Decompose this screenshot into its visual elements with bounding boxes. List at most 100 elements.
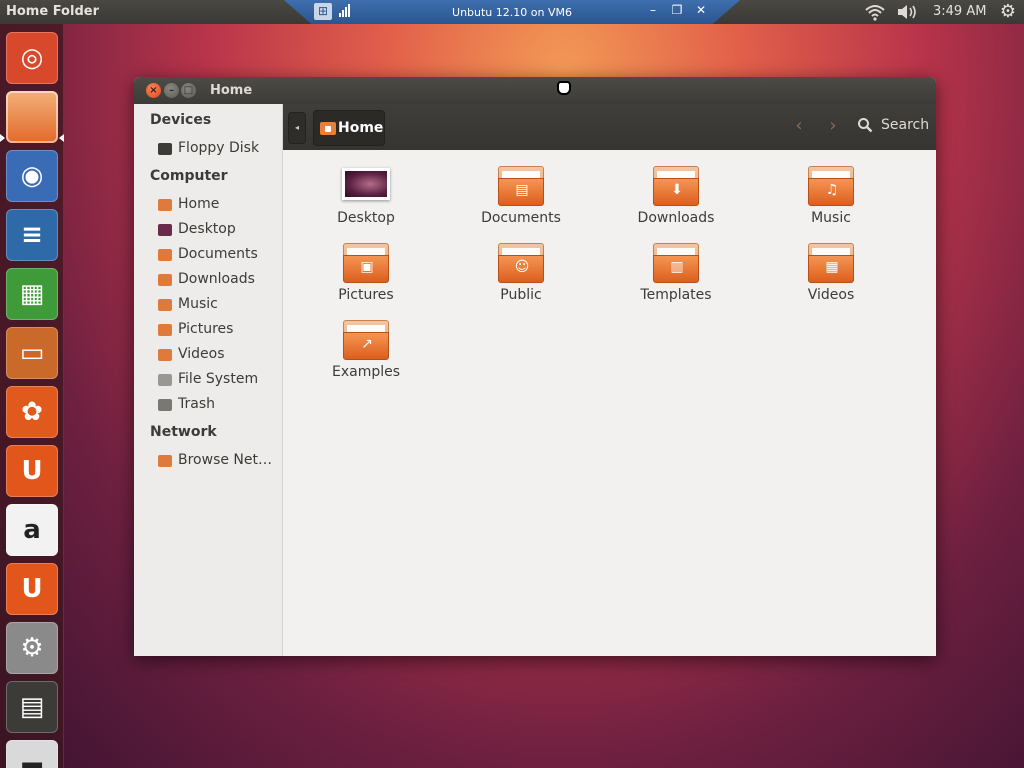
- amazon-icon[interactable]: a: [6, 504, 58, 556]
- breadcrumb-home[interactable]: Home: [313, 110, 385, 146]
- floppy-icon: [158, 143, 172, 155]
- sidebar-item-downloads[interactable]: Downloads: [158, 269, 278, 291]
- volume-icon[interactable]: [896, 3, 918, 21]
- launcher-glyph: ◉: [20, 161, 44, 191]
- launcher-glyph: ◎: [20, 43, 44, 73]
- folder-emblem: ♫: [825, 182, 839, 198]
- clock[interactable]: 3:49 AM: [933, 4, 986, 19]
- sidebar-item-label: Videos: [178, 346, 225, 362]
- places-sidebar: Devices Floppy Disk Computer Home Desktop Doc…: [134, 104, 283, 656]
- sidebar-item-label: Music: [178, 296, 218, 312]
- file-label: Music: [811, 210, 851, 226]
- file-item-desktop[interactable]: Desktop: [306, 156, 426, 230]
- vm-minimize-icon[interactable]: –: [646, 3, 660, 17]
- file-label: Templates: [640, 287, 712, 303]
- trash-icon: [158, 399, 172, 411]
- sidebar-item-label: Downloads: [178, 271, 255, 287]
- file-item-public[interactable]: ☺ Public: [461, 233, 581, 307]
- filesystem-icon: [158, 374, 172, 386]
- file-label: Examples: [331, 364, 401, 380]
- pictures-icon: [158, 324, 172, 336]
- launcher-glyph: ▤: [19, 692, 45, 722]
- sidebar-item-label: Pictures: [178, 321, 234, 337]
- sidebar-item-trash[interactable]: Trash: [158, 394, 278, 416]
- trash-launcher-icon[interactable]: ▬: [6, 740, 58, 768]
- sidebar-item-label: Home: [178, 196, 220, 212]
- software-center-icon[interactable]: ✿: [6, 386, 58, 438]
- folder-emblem: ⬇: [671, 182, 683, 198]
- calc-icon[interactable]: ▦: [6, 268, 58, 320]
- launcher-glyph: ▦: [19, 279, 45, 309]
- search-icon: [858, 118, 873, 133]
- folder-emblem: ↗: [361, 336, 373, 352]
- file-label: Desktop: [337, 210, 395, 226]
- sidebar-item-music[interactable]: Music: [158, 294, 278, 316]
- file-item-documents[interactable]: ▤ Documents: [461, 156, 581, 230]
- folder-emblem: ▦: [825, 259, 839, 275]
- file-item-videos[interactable]: ▦ Videos: [771, 233, 891, 307]
- sidebar-item-browse-net[interactable]: Browse Net…: [158, 450, 278, 472]
- file-item-pictures[interactable]: ▣ Pictures: [306, 233, 426, 307]
- file-item-templates[interactable]: ▥ Templates: [616, 233, 736, 307]
- minimize-icon[interactable]: –: [164, 83, 179, 98]
- home-icon: [158, 199, 172, 211]
- home-folder-icon: [320, 122, 336, 135]
- file-item-examples[interactable]: ↗ Examples: [306, 310, 426, 384]
- sidebar-item-label: Trash: [178, 396, 215, 412]
- files-icon[interactable]: [6, 91, 58, 143]
- back-button[interactable]: ‹: [791, 116, 807, 136]
- sidebar-item-label: Desktop: [178, 221, 236, 237]
- launcher-glyph: ≡: [21, 220, 43, 250]
- top-panel: Home Folder ⊞ Unbutu 12.10 on VM6 – ❐ ✕ …: [0, 0, 1024, 24]
- vm-connection-bar[interactable]: ⊞ Unbutu 12.10 on VM6 – ❐ ✕: [284, 0, 740, 24]
- maximize-icon[interactable]: □: [181, 83, 196, 98]
- ubuntu-one-icon[interactable]: U: [6, 445, 58, 497]
- downloads-icon: [158, 274, 172, 286]
- session-gear-icon[interactable]: ⚙: [998, 2, 1018, 22]
- templates-folder-icon: ▥: [653, 243, 699, 283]
- vm-close-icon[interactable]: ✕: [694, 3, 708, 17]
- sidebar-item-label: File System: [178, 371, 259, 387]
- sidebar-item-videos[interactable]: Videos: [158, 344, 278, 366]
- dash-home-icon[interactable]: ◎: [6, 32, 58, 84]
- file-grid: Desktop ▤ Documents ⬇ Downloads ♫ Music ▣ Pictur…: [284, 150, 936, 656]
- sidebar-item-documents[interactable]: Documents: [158, 244, 278, 266]
- sidebar-item-file-system[interactable]: File System: [158, 369, 278, 391]
- sidebar-item-floppy-disk[interactable]: Floppy Disk: [158, 138, 278, 160]
- folder-emblem: ▤: [515, 182, 529, 198]
- impress-icon[interactable]: ▭: [6, 327, 58, 379]
- window-title: Home: [210, 83, 253, 98]
- wifi-icon[interactable]: [864, 3, 886, 21]
- vm-restore-icon[interactable]: ❐: [670, 3, 684, 17]
- sidebar-item-pictures[interactable]: Pictures: [158, 319, 278, 341]
- sidebar-item-label: Documents: [178, 246, 258, 262]
- forward-button[interactable]: ›: [825, 116, 841, 136]
- sidebar-heading: Devices: [150, 112, 212, 128]
- firefox-icon[interactable]: ◉: [6, 150, 58, 202]
- window-titlebar[interactable]: × – □ Home: [134, 77, 936, 104]
- path-scroll-left-button[interactable]: ◂: [288, 112, 306, 144]
- system-settings-icon[interactable]: ⚙: [6, 622, 58, 674]
- breadcrumb-label: Home: [338, 120, 384, 136]
- workspace-switcher-icon[interactable]: ▤: [6, 681, 58, 733]
- writer-icon[interactable]: ≡: [6, 209, 58, 261]
- focused-indicator-icon: [59, 134, 64, 142]
- sidebar-item-desktop[interactable]: Desktop: [158, 219, 278, 241]
- mouse-cursor-icon: [557, 81, 571, 95]
- file-label: Downloads: [637, 210, 715, 226]
- file-item-downloads[interactable]: ⬇ Downloads: [616, 156, 736, 230]
- downloads-folder-icon: ⬇: [653, 166, 699, 206]
- sidebar-item-home[interactable]: Home: [158, 194, 278, 216]
- sidebar-item-label: Floppy Disk: [178, 140, 260, 156]
- launcher-glyph: U: [21, 456, 43, 486]
- pictures-folder-icon: ▣: [343, 243, 389, 283]
- file-label: Public: [500, 287, 542, 303]
- launcher-glyph: U: [21, 574, 43, 604]
- file-label: Pictures: [338, 287, 394, 303]
- file-item-music[interactable]: ♫ Music: [771, 156, 891, 230]
- launcher-glyph: a: [23, 515, 41, 545]
- ubuntu-one-music-icon[interactable]: U: [6, 563, 58, 615]
- launcher-glyph: ▬: [19, 751, 45, 768]
- launcher-glyph: [6, 91, 58, 143]
- close-icon[interactable]: ×: [146, 83, 161, 98]
